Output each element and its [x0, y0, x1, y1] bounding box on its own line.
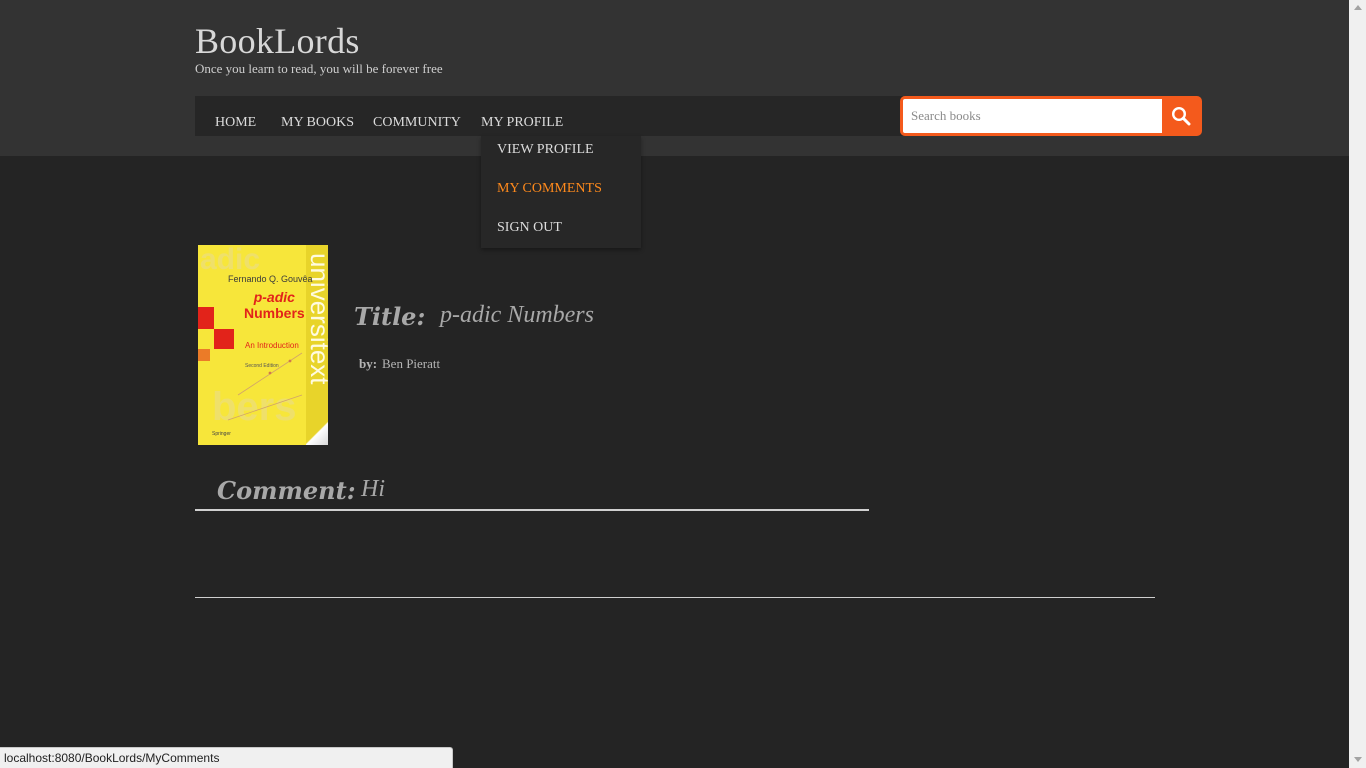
site-title[interactable]: BookLords	[195, 20, 360, 62]
site-header: BookLords Once you learn to read, you wi…	[0, 0, 1349, 156]
cover-publisher: Springer	[212, 431, 231, 437]
vertical-scrollbar[interactable]	[1349, 0, 1366, 768]
nav-item-community[interactable]: COMMUNITY	[373, 115, 461, 131]
book-title[interactable]: p-adic Numbers	[440, 302, 594, 329]
cover-page-curl	[306, 421, 328, 445]
book-title-label: Title:	[354, 302, 426, 331]
nav-item-my-profile[interactable]: MY PROFILE	[481, 115, 563, 131]
comment-text: Hi	[361, 476, 385, 502]
comment-divider	[195, 509, 869, 511]
cover-graph-lines	[227, 352, 303, 421]
scroll-up-arrow-icon[interactable]	[1354, 5, 1362, 10]
browser-status-bar: localhost:8080/BookLords/MyComments	[0, 747, 453, 768]
main-nav: HOME MY BOOKS COMMUNITY MY PROFILE	[195, 96, 903, 136]
site-tagline: Once you learn to read, you will be fore…	[195, 61, 443, 76]
scroll-down-arrow-icon[interactable]	[1354, 757, 1362, 762]
book-author-label: by:	[359, 356, 378, 371]
nav-item-my-books[interactable]: MY BOOKS	[281, 115, 354, 131]
menu-item-sign-out[interactable]: SIGN OUT	[497, 220, 562, 236]
menu-item-view-profile[interactable]: VIEW PROFILE	[497, 142, 594, 158]
search-input[interactable]	[903, 99, 1162, 133]
book-cover-image[interactable]: adic bers universitext Fernando Q. Gouvê…	[198, 245, 328, 445]
search-box	[900, 96, 1202, 136]
menu-item-my-comments[interactable]: MY COMMENTS	[497, 181, 602, 197]
profile-dropdown-menu: VIEW PROFILE MY COMMENTS SIGN OUT	[481, 136, 641, 248]
search-button[interactable]	[1162, 99, 1199, 133]
search-icon	[1171, 106, 1190, 126]
book-author: Ben Pieratt	[382, 356, 441, 371]
comment-label: Comment:	[217, 476, 356, 505]
nav-item-home[interactable]: HOME	[215, 115, 256, 131]
section-divider	[195, 597, 1155, 598]
